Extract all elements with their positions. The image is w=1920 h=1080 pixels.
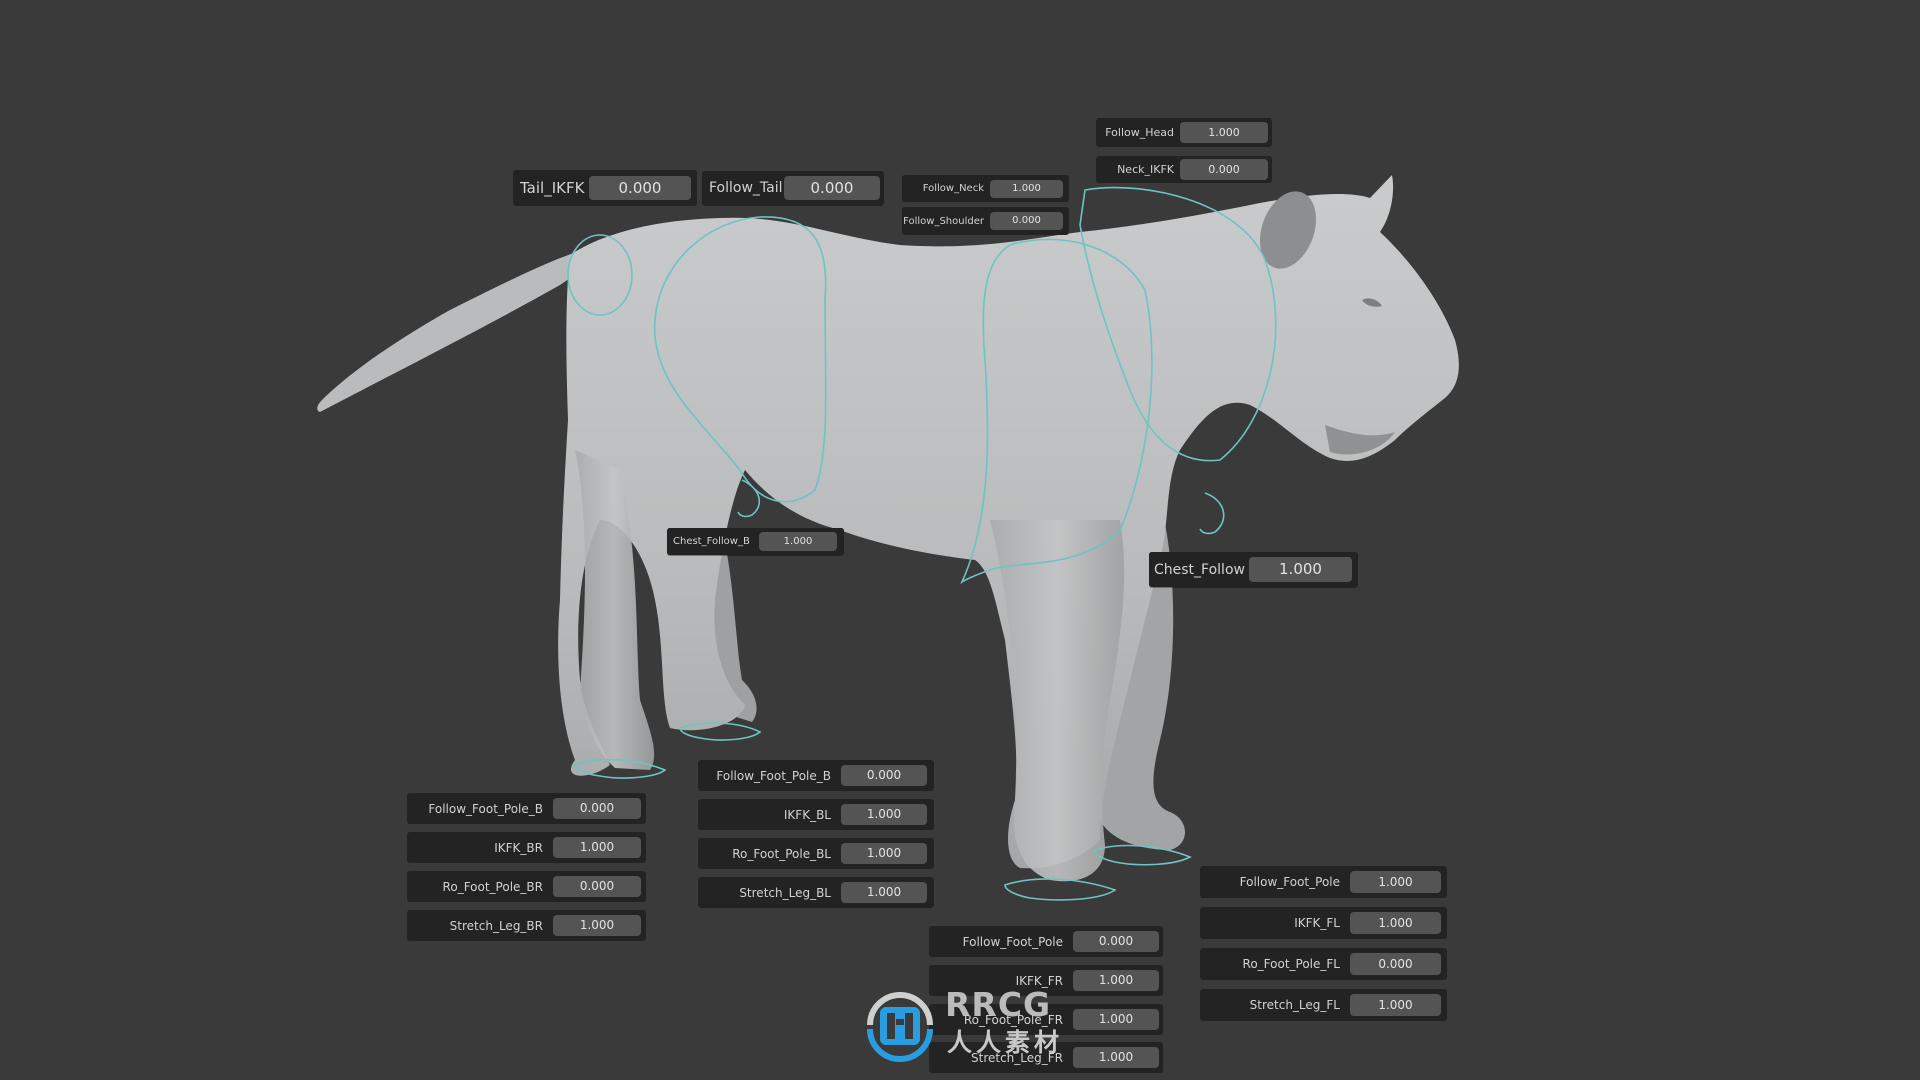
chest-follow-b-label: Chest_Follow_B (673, 536, 750, 547)
follow-foot-pole-fr-label: Follow_Foot_Pole (962, 934, 1063, 949)
leg-fl-row-2: IKFK_FL 1.000 (1200, 907, 1447, 939)
ikfk-fl-label: IKFK_FL (1294, 916, 1340, 930)
watermark-subtitle: 人人素材 (947, 1028, 1064, 1057)
stretch-leg-bl-label: Stretch_Leg_BL (739, 885, 831, 900)
leg-fl-row-3: Ro_Foot_Pole_FL 0.000 (1200, 948, 1447, 980)
head-neck-panel: Follow_Head 1.000 Neck_IKFK 0.000 (1096, 118, 1272, 183)
stretch-leg-fl-label: Stretch_Leg_FL (1249, 998, 1340, 1012)
follow-foot-pole-b-bl-field[interactable]: 0.000 (841, 765, 927, 786)
ro-foot-pole-fl-label: Ro_Foot_Pole_FL (1242, 957, 1340, 971)
leg-br-row-2: IKFK_BR 1.000 (407, 832, 646, 863)
ikfk-bl-label: IKFK_BL (783, 807, 831, 822)
follow-foot-pole-fr-field[interactable]: 0.000 (1073, 931, 1159, 952)
follow-neck-field[interactable]: 1.000 (990, 179, 1063, 198)
chest-follow-b-property: Chest_Follow_B 1.000 (667, 528, 844, 555)
leg-fl-row-4: Stretch_Leg_FL 1.000 (1200, 989, 1447, 1021)
follow-foot-pole-fl-field[interactable]: 1.000 (1350, 871, 1441, 893)
3d-viewport[interactable]: Tail_IKFK 0.000 Follow_Tail 0.000 Follow… (0, 0, 1920, 1080)
leg-fl-row-1: Follow_Foot_Pole 1.000 (1200, 866, 1447, 898)
chest-follow-label: Chest_Follow (1154, 561, 1245, 578)
tail-ikfk-field[interactable]: 0.000 (589, 175, 691, 200)
foot-widget-fr[interactable] (1004, 878, 1117, 901)
ikfk-br-field[interactable]: 1.000 (553, 837, 641, 858)
neck-shoulder-panel: Follow_Neck 1.000 Follow_Shoulder 0.000 (902, 175, 1069, 235)
ro-foot-pole-bl-label: Ro_Foot_Pole_BL (732, 846, 831, 861)
follow-head-row: Follow_Head 1.000 (1096, 118, 1272, 147)
follow-shoulder-row: Follow_Shoulder 0.000 (902, 207, 1069, 235)
tail-ikfk-property: Tail_IKFK 0.000 (513, 170, 697, 205)
follow-foot-pole-fl-label: Follow_Foot_Pole (1239, 875, 1340, 889)
chest-follow-row: Chest_Follow 1.000 (1149, 552, 1358, 587)
leg-br-row-1: Follow_Foot_Pole_B 0.000 (407, 793, 646, 824)
chest-follow-field[interactable]: 1.000 (1249, 557, 1352, 582)
chest-follow-b-field[interactable]: 1.000 (759, 532, 837, 551)
ikfk-fl-field[interactable]: 1.000 (1350, 912, 1441, 934)
stretch-leg-br-field[interactable]: 1.000 (553, 915, 641, 936)
leg-bl-row-1: Follow_Foot_Pole_B 0.000 (698, 760, 934, 791)
neck-ikfk-field[interactable]: 0.000 (1180, 159, 1268, 180)
leg-br-row-4: Stretch_Leg_BR 1.000 (407, 910, 646, 941)
chest-follow-widget[interactable] (1199, 492, 1225, 535)
ro-foot-pole-fl-field[interactable]: 0.000 (1350, 953, 1441, 975)
neck-ikfk-row: Neck_IKFK 0.000 (1096, 156, 1272, 183)
follow-foot-pole-b-label: Follow_Foot_Pole_B (428, 801, 543, 816)
ikfk-fr-field[interactable]: 1.000 (1073, 970, 1159, 991)
follow-shoulder-field[interactable]: 0.000 (990, 212, 1063, 230)
leg-bl-row-4: Stretch_Leg_BL 1.000 (698, 877, 934, 908)
follow-tail-field[interactable]: 0.000 (784, 176, 880, 200)
foot-widget-fl[interactable] (1094, 844, 1192, 866)
chest-follow-b-widget[interactable] (737, 479, 761, 518)
stretch-leg-bl-field[interactable]: 1.000 (841, 882, 927, 903)
stretch-leg-fl-field[interactable]: 1.000 (1350, 994, 1441, 1016)
follow-foot-pole-b-bl-label: Follow_Foot_Pole_B (716, 768, 831, 783)
ro-foot-pole-br-label: Ro_Foot_Pole_BR (442, 879, 543, 894)
chest-follow-b-row: Chest_Follow_B 1.000 (667, 528, 844, 555)
follow-foot-pole-b-field[interactable]: 0.000 (553, 798, 641, 819)
neck-ikfk-label: Neck_IKFK (1117, 163, 1174, 176)
leg-panel-back-left: Follow_Foot_Pole_B 0.000 IKFK_BL 1.000 R… (698, 760, 934, 910)
follow-neck-label: Follow_Neck (922, 183, 984, 194)
follow-tail-label: Follow_Tail (709, 180, 783, 196)
ikfk-bl-field[interactable]: 1.000 (841, 804, 927, 825)
watermark: RRCG 人人素材 (860, 985, 1070, 1065)
leg-panel-back-right: Follow_Foot_Pole_B 0.000 IKFK_BR 1.000 R… (407, 793, 646, 943)
leg-bl-row-2: IKFK_BL 1.000 (698, 799, 934, 830)
tail (317, 250, 587, 412)
watermark-brand: RRCG (945, 985, 1052, 1024)
follow-tail-row: Follow_Tail 0.000 (702, 171, 884, 205)
tail-ikfk-row: Tail_IKFK 0.000 (513, 170, 697, 205)
lioness-model (317, 175, 1459, 901)
leg-panel-front-left: Follow_Foot_Pole 1.000 IKFK_FL 1.000 Ro_… (1200, 866, 1447, 1024)
follow-tail-property: Follow_Tail 0.000 (702, 171, 884, 205)
stretch-leg-br-label: Stretch_Leg_BR (449, 918, 543, 933)
follow-head-label: Follow_Head (1105, 126, 1174, 139)
ikfk-br-label: IKFK_BR (494, 840, 543, 855)
follow-head-field[interactable]: 1.000 (1180, 122, 1268, 143)
leg-fr-row-1: Follow_Foot_Pole 0.000 (929, 926, 1163, 957)
ro-foot-pole-bl-field[interactable]: 1.000 (841, 843, 927, 864)
stretch-leg-fr-field[interactable]: 1.000 (1073, 1047, 1159, 1068)
follow-shoulder-label: Follow_Shoulder (903, 215, 984, 227)
ro-foot-pole-fr-field[interactable]: 1.000 (1073, 1009, 1159, 1030)
chest-follow-property: Chest_Follow 1.000 (1149, 552, 1358, 587)
follow-neck-row: Follow_Neck 1.000 (902, 175, 1069, 202)
tail-ikfk-label: Tail_IKFK (520, 178, 585, 197)
leg-bl-row-3: Ro_Foot_Pole_BL 1.000 (698, 838, 934, 869)
ro-foot-pole-br-field[interactable]: 0.000 (553, 876, 641, 897)
leg-br-row-3: Ro_Foot_Pole_BR 0.000 (407, 871, 646, 902)
rr-logo-icon (867, 992, 933, 1062)
